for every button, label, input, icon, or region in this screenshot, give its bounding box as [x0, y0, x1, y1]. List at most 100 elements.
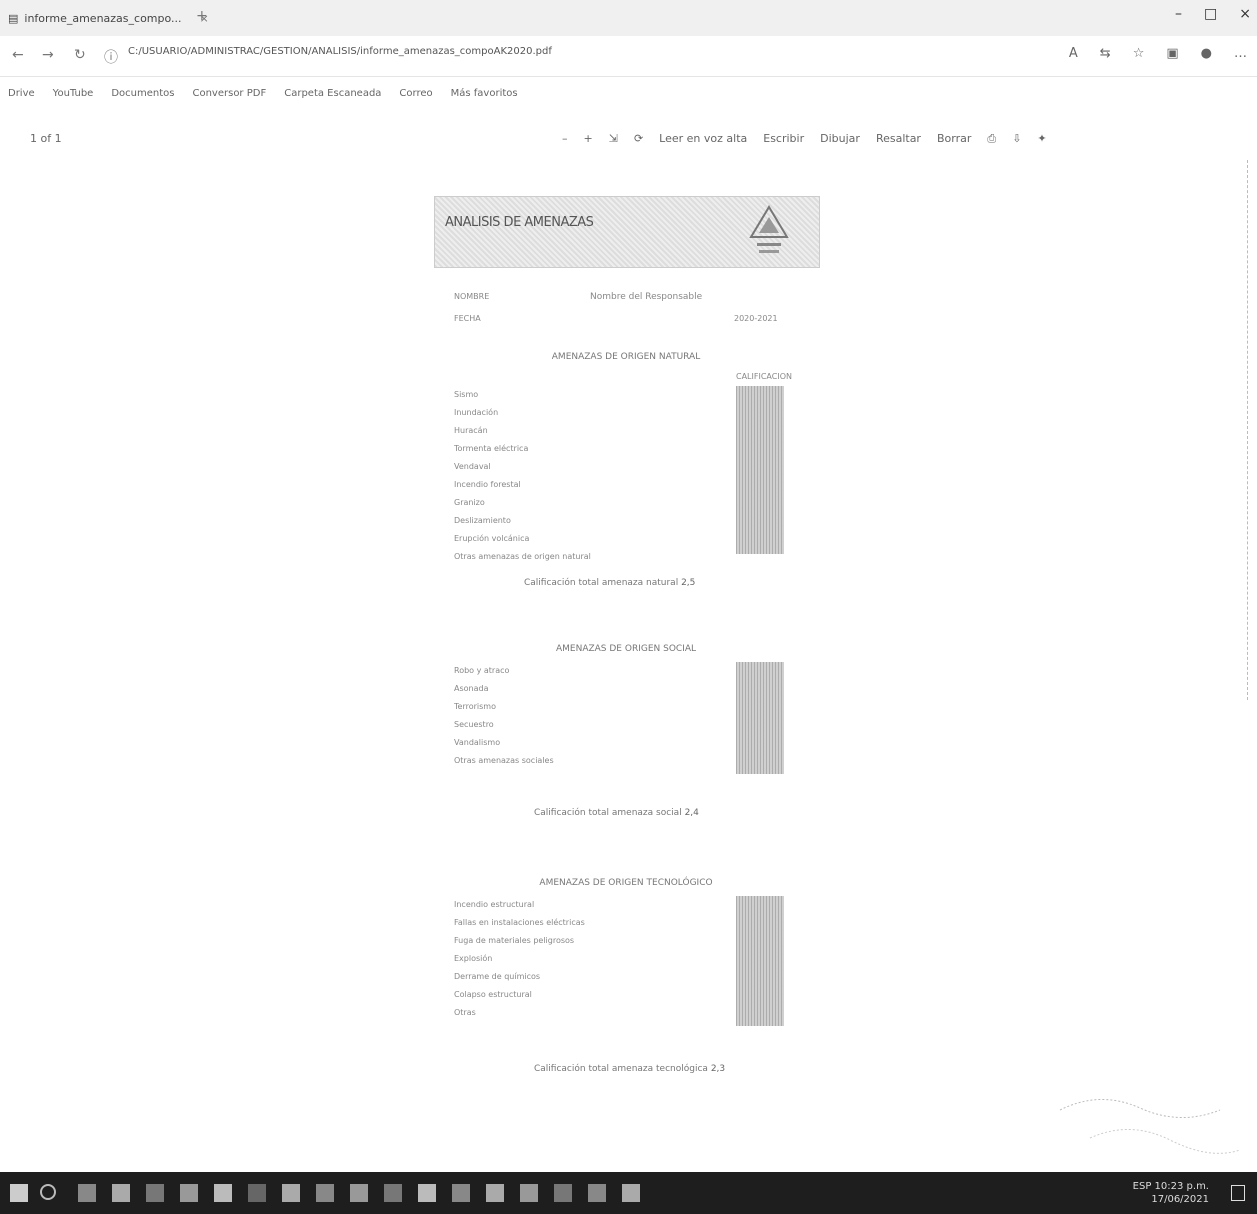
maximize-button[interactable]: □	[1204, 6, 1217, 22]
meta-value: 2020-2021	[734, 314, 778, 323]
threat-row-label: Colapso estructural	[454, 990, 532, 999]
taskbar-app-icon[interactable]	[452, 1184, 470, 1202]
clock-date[interactable]: 17/06/2021	[1133, 1193, 1209, 1206]
pdf-tool-write[interactable]: Escribir	[763, 132, 804, 146]
total-value: 2,3	[710, 1064, 726, 1074]
tab-strip: ▤ informe_amenazas_compo... × + – □ ×	[0, 0, 1257, 37]
fit-page-icon[interactable]: ⇲	[609, 132, 618, 146]
bookmark-item[interactable]: Correo	[399, 88, 432, 99]
windows-taskbar: ESP 10:23 p.m. 17/06/2021	[0, 1172, 1257, 1214]
column-header: CALIFICACION	[736, 372, 792, 381]
pin-icon[interactable]: ✦	[1037, 132, 1046, 146]
taskbar-app-icon[interactable]	[520, 1184, 538, 1202]
meta-value: Nombre del Responsable	[590, 292, 703, 302]
translate-icon[interactable]: ⇆	[1100, 46, 1111, 61]
close-window-button[interactable]: ×	[1239, 6, 1251, 22]
extension-icon[interactable]: ●	[1201, 46, 1212, 61]
threat-row-label: Incendio forestal	[454, 480, 521, 489]
bookmarks-bar: Drive YouTube Documentos Conversor PDF Carpe…	[0, 80, 1257, 106]
back-icon[interactable]: ←	[12, 47, 24, 63]
taskbar-app-icon[interactable]	[384, 1184, 402, 1202]
threat-row-label: Explosión	[454, 954, 493, 963]
taskbar-app-icon[interactable]	[282, 1184, 300, 1202]
minimize-button[interactable]: –	[1175, 6, 1182, 22]
section-title: AMENAZAS DE ORIGEN SOCIAL	[555, 644, 697, 654]
taskbar-app-icon[interactable]	[418, 1184, 436, 1202]
bookmark-item[interactable]: Carpeta Escaneada	[284, 88, 381, 99]
taskbar-app-icon[interactable]	[350, 1184, 368, 1202]
collections-icon[interactable]: ▣	[1166, 46, 1178, 61]
rating-column	[736, 386, 784, 554]
windows-start-icon[interactable]	[10, 1184, 28, 1202]
forward-icon[interactable]: →	[42, 47, 54, 63]
signature-image	[1059, 1099, 1241, 1154]
threat-row-label: Robo y atraco	[454, 666, 510, 675]
meta-label: FECHA	[454, 314, 481, 323]
read-aloud-icon[interactable]: A	[1069, 46, 1078, 61]
taskbar-app-icon[interactable]	[622, 1184, 640, 1202]
taskbar-app-icon[interactable]	[588, 1184, 606, 1202]
taskbar-app-icon[interactable]	[248, 1184, 266, 1202]
pdf-tool-highlight[interactable]: Resaltar	[876, 132, 921, 146]
bookmark-item[interactable]: YouTube	[53, 88, 94, 99]
pdf-toolbar: 1 of 1 – + ⇲ ⟳ Leer en voz alta Escribir…	[0, 125, 1245, 161]
section-total: Calificación total amenaza social 2,4	[534, 808, 699, 818]
bookmark-item[interactable]: Documentos	[111, 88, 174, 99]
reload-icon[interactable]: ↻	[74, 47, 86, 63]
taskbar-app-icon[interactable]	[146, 1184, 164, 1202]
document-title: ANALISIS DE AMENAZAS	[445, 215, 594, 230]
taskbar-app-icon[interactable]	[316, 1184, 334, 1202]
section-total: Calificación total amenaza natural 2,5	[524, 578, 695, 588]
favorite-star-icon[interactable]: ☆	[1133, 46, 1145, 61]
meta-label: NOMBRE	[454, 292, 490, 301]
threat-row-label: Deslizamiento	[454, 516, 511, 525]
more-menu-icon[interactable]: …	[1234, 46, 1247, 61]
threat-row-label: Vandalismo	[454, 738, 501, 747]
section-title: AMENAZAS DE ORIGEN TECNOLÓGICO	[539, 878, 713, 888]
browser-tools: A ⇆ ☆ ▣ ● …	[1069, 46, 1247, 61]
address-input[interactable]: C:/USUARIO/ADMINISTRAC/GESTION/ANALISIS/…	[128, 46, 1048, 57]
total-value: 2,4	[684, 808, 699, 818]
pdf-tool-erase[interactable]: Borrar	[937, 132, 971, 146]
system-tray: ESP 10:23 p.m. 17/06/2021	[1133, 1180, 1209, 1206]
language-indicator[interactable]: ESP	[1133, 1181, 1152, 1192]
clock-time[interactable]: 10:23 p.m.	[1155, 1181, 1209, 1192]
rotate-icon[interactable]: ⟳	[634, 132, 643, 146]
threat-row-label: Sismo	[454, 390, 479, 399]
taskbar-app-icon[interactable]	[78, 1184, 96, 1202]
threat-row-label: Otras amenazas de origen natural	[454, 552, 591, 561]
pdf-tools: – + ⇲ ⟳ Leer en voz alta Escribir Dibuja…	[562, 132, 1047, 146]
zoom-out-button[interactable]: –	[562, 132, 568, 146]
threat-row-label: Asonada	[454, 684, 489, 693]
taskbar-app-icon[interactable]	[112, 1184, 130, 1202]
window-controls: – □ ×	[1175, 6, 1251, 22]
threat-row-label: Huracán	[454, 426, 488, 435]
taskbar-app-icon[interactable]	[214, 1184, 232, 1202]
browser-tab[interactable]: ▤ informe_amenazas_compo... ×	[8, 6, 209, 30]
new-tab-button[interactable]: +	[196, 8, 208, 24]
save-icon[interactable]: ⇩	[1012, 132, 1021, 146]
pdf-page: ANALISIS DE AMENAZAS NOMBRE Nombre del R…	[434, 196, 820, 1096]
triangle-logo-icon	[749, 205, 789, 253]
threat-row-label: Vendaval	[454, 462, 491, 471]
taskbar-app-icon[interactable]	[554, 1184, 572, 1202]
rating-column	[736, 896, 784, 1026]
taskbar-app-icon[interactable]	[180, 1184, 198, 1202]
zoom-in-button[interactable]: +	[584, 132, 593, 146]
notifications-icon[interactable]	[1231, 1185, 1245, 1201]
pdf-tool-draw[interactable]: Dibujar	[820, 132, 860, 146]
scrollbar[interactable]	[1247, 160, 1257, 700]
bookmark-item[interactable]: Conversor PDF	[192, 88, 266, 99]
page-indicator[interactable]: 1 of 1	[30, 132, 62, 145]
taskbar-app-icon[interactable]	[486, 1184, 504, 1202]
print-icon[interactable]: ⎙	[987, 132, 996, 146]
threat-row-label: Derrame de químicos	[454, 972, 541, 981]
threat-row-label: Erupción volcánica	[454, 534, 530, 543]
address-bar-row: ← → ↻ ⓘ C:/USUARIO/ADMINISTRAC/GESTION/A…	[0, 36, 1257, 77]
threat-row-label: Otras	[454, 1008, 476, 1017]
bookmark-item[interactable]: Drive	[8, 88, 35, 99]
pdf-tool-read[interactable]: Leer en voz alta	[659, 132, 747, 146]
threat-row-label: Fuga de materiales peligrosos	[454, 936, 575, 945]
bookmark-item[interactable]: Más favoritos	[451, 88, 518, 99]
search-icon[interactable]	[40, 1184, 56, 1200]
